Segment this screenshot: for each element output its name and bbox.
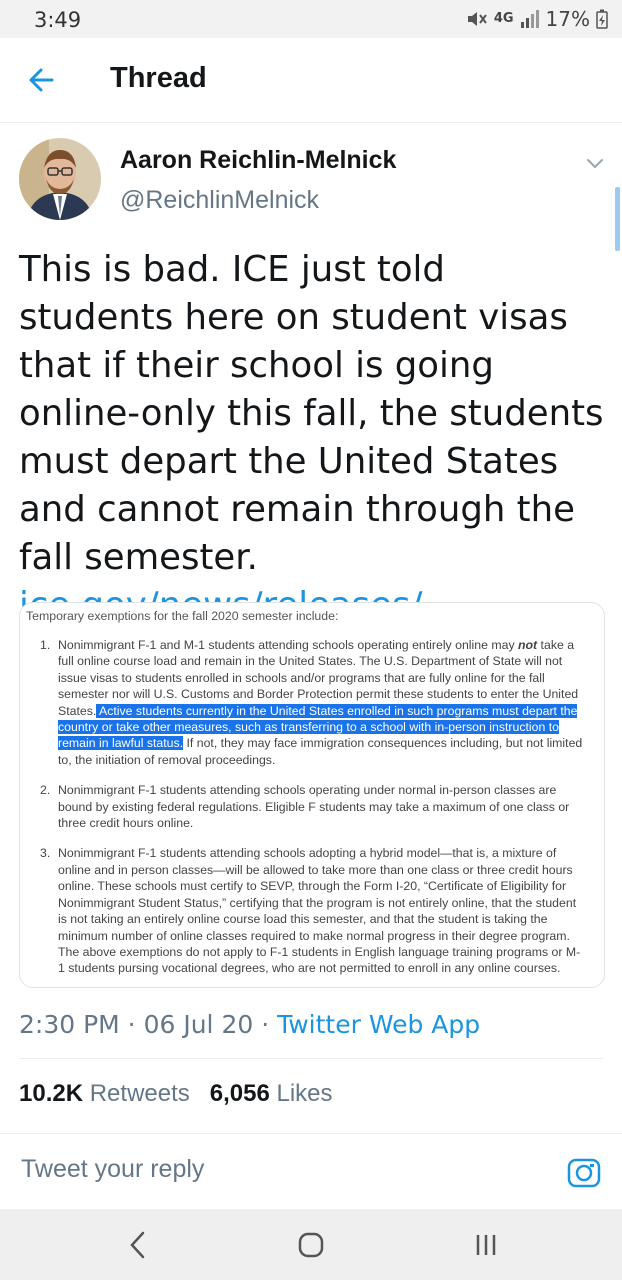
avatar-image — [19, 138, 101, 220]
nav-home-icon — [298, 1232, 324, 1258]
reply-bar — [0, 1133, 622, 1210]
signal-icon — [520, 10, 539, 28]
doc-item-text: Nonimmigrant F-1 students attending scho… — [58, 783, 570, 831]
back-button[interactable] — [22, 58, 66, 102]
app-bar: Thread — [0, 38, 622, 123]
retweets-stat[interactable]: 10.2K Retweets — [19, 1080, 190, 1108]
tweet-image[interactable]: Temporary exemptions for the fall 2020 s… — [19, 602, 605, 988]
tweet-text: This is bad. ICE just told students here… — [19, 246, 609, 630]
battery-charging-icon — [596, 9, 608, 29]
nav-home-button[interactable] — [293, 1227, 329, 1263]
tweet-body: This is bad. ICE just told students here… — [19, 249, 604, 578]
author-handle[interactable]: @ReichlinMelnick — [120, 186, 319, 215]
status-icons: 4G 17% — [466, 7, 608, 31]
nav-recents-button[interactable] — [468, 1227, 504, 1263]
mute-icon — [467, 12, 487, 26]
doc-intro: Temporary exemptions for the fall 2020 s… — [26, 609, 339, 623]
doc-list: 1. Nonimmigrant F-1 and M-1 students att… — [40, 637, 584, 987]
doc-item-number: 1. — [40, 638, 51, 652]
doc-item-emphasis: not — [518, 638, 538, 652]
doc-item: 1. Nonimmigrant F-1 and M-1 students att… — [40, 637, 584, 768]
tweet-menu-button[interactable] — [584, 152, 606, 174]
status-bar: 3:49 4G 17% — [0, 0, 622, 38]
source-app-link[interactable]: Twitter Web App — [277, 1010, 480, 1039]
likes-count: 6,056 — [209, 1080, 270, 1107]
doc-item: 2. Nonimmigrant F-1 students attending s… — [40, 782, 584, 831]
tweet-timestamp: 2:30 PM · 06 Jul 20 · Twitter Web App — [19, 1010, 480, 1039]
reply-input[interactable] — [19, 1154, 543, 1185]
likes-label: Likes — [276, 1080, 333, 1107]
retweets-label: Retweets — [89, 1080, 190, 1107]
doc-item-text: Nonimmigrant F-1 students attending scho… — [58, 846, 581, 976]
retweets-count: 10.2K — [19, 1080, 84, 1107]
status-time: 3:49 — [34, 8, 82, 32]
doc-item: 3. Nonimmigrant F-1 students attending s… — [40, 845, 584, 976]
avatar[interactable] — [19, 138, 101, 220]
doc-item-text: Nonimmigrant F-1 and M-1 students attend… — [58, 638, 519, 652]
tweet-stats: 10.2K Retweets 6,056 Likes — [19, 1080, 333, 1108]
doc-item-number: 3. — [40, 846, 51, 861]
camera-button[interactable] — [566, 1154, 602, 1190]
nav-recents-icon — [476, 1235, 496, 1255]
network-type: 4G — [493, 11, 514, 26]
nav-back-button[interactable] — [120, 1227, 156, 1263]
scroll-indicator[interactable] — [615, 187, 620, 251]
doc-item-number: 2. — [40, 783, 51, 798]
chevron-down-icon — [587, 159, 603, 169]
system-nav-bar — [0, 1209, 622, 1280]
camera-icon — [567, 1158, 601, 1188]
page-title: Thread — [110, 62, 207, 94]
battery-percent: 17% — [545, 7, 590, 31]
arrow-left-icon — [29, 68, 54, 92]
nav-back-icon — [130, 1231, 145, 1259]
timestamp-text: 2:30 PM · 06 Jul 20 · — [19, 1010, 278, 1039]
likes-stat[interactable]: 6,056 Likes — [210, 1080, 333, 1108]
divider — [19, 1058, 603, 1059]
author-name[interactable]: Aaron Reichlin-Melnick — [120, 146, 396, 175]
